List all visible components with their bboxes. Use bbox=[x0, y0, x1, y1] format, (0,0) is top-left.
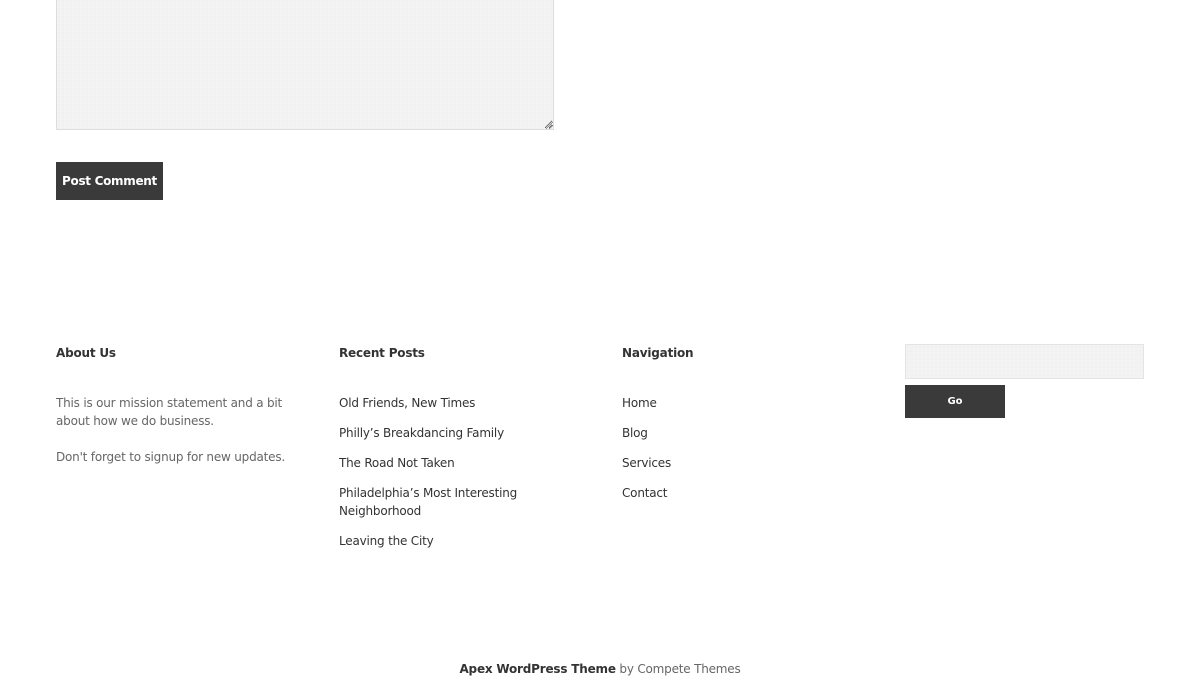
theme-link[interactable]: Apex WordPress Theme bbox=[459, 662, 616, 676]
page: Post Comment About Us This is our missio… bbox=[0, 0, 1200, 690]
comment-textarea[interactable] bbox=[56, 0, 554, 130]
site-credit: Apex WordPress Theme by Compete Themes bbox=[0, 660, 1200, 678]
nav-link-home[interactable]: Home bbox=[622, 396, 657, 410]
about-paragraph: This is our mission statement and a bit … bbox=[56, 396, 283, 428]
credit-by-text: by bbox=[615, 662, 638, 676]
list-item: Blog bbox=[622, 424, 862, 442]
nav-link-services[interactable]: Services bbox=[622, 456, 671, 470]
post-comment-button[interactable]: Post Comment bbox=[56, 162, 163, 200]
list-item: Old Friends, New Times bbox=[339, 394, 529, 412]
nav-link-contact[interactable]: Contact bbox=[622, 486, 667, 500]
widget-title-about: About Us bbox=[56, 346, 116, 360]
navigation-list: Home Blog Services Contact bbox=[622, 394, 862, 502]
list-item: Leaving the City bbox=[339, 532, 529, 550]
about-text: This is our mission statement and a bit … bbox=[56, 394, 286, 466]
search-input[interactable] bbox=[905, 344, 1144, 379]
about-us-widget: About Us This is our mission statement a… bbox=[56, 345, 296, 484]
list-item: Services bbox=[622, 454, 862, 472]
recent-post-link[interactable]: Philly’s Breakdancing Family bbox=[339, 426, 504, 440]
search-go-button[interactable]: Go bbox=[905, 385, 1005, 418]
recent-post-link[interactable]: Philadelphia’s Most Interesting Neighbor… bbox=[339, 486, 517, 518]
recent-posts-widget: Recent Posts Old Friends, New Times Phil… bbox=[339, 345, 579, 562]
recent-post-link[interactable]: Leaving the City bbox=[339, 534, 434, 548]
list-item: Philadelphia’s Most Interesting Neighbor… bbox=[339, 484, 529, 520]
resize-grip-icon[interactable] bbox=[546, 122, 553, 129]
list-item: The Road Not Taken bbox=[339, 454, 529, 472]
list-item: Contact bbox=[622, 484, 862, 502]
author-link[interactable]: Compete Themes bbox=[637, 662, 740, 676]
list-item: Philly’s Breakdancing Family bbox=[339, 424, 529, 442]
recent-post-link[interactable]: The Road Not Taken bbox=[339, 456, 455, 470]
nav-link-blog[interactable]: Blog bbox=[622, 426, 648, 440]
list-item: Home bbox=[622, 394, 862, 412]
about-paragraph: Don't forget to signup for new updates. bbox=[56, 450, 286, 464]
widget-title-recent-posts: Recent Posts bbox=[339, 346, 425, 360]
recent-post-link[interactable]: Old Friends, New Times bbox=[339, 396, 475, 410]
navigation-widget: Navigation Home Blog Services Contact bbox=[622, 345, 862, 514]
widget-title-navigation: Navigation bbox=[622, 346, 694, 360]
recent-posts-list: Old Friends, New Times Philly’s Breakdan… bbox=[339, 394, 579, 550]
